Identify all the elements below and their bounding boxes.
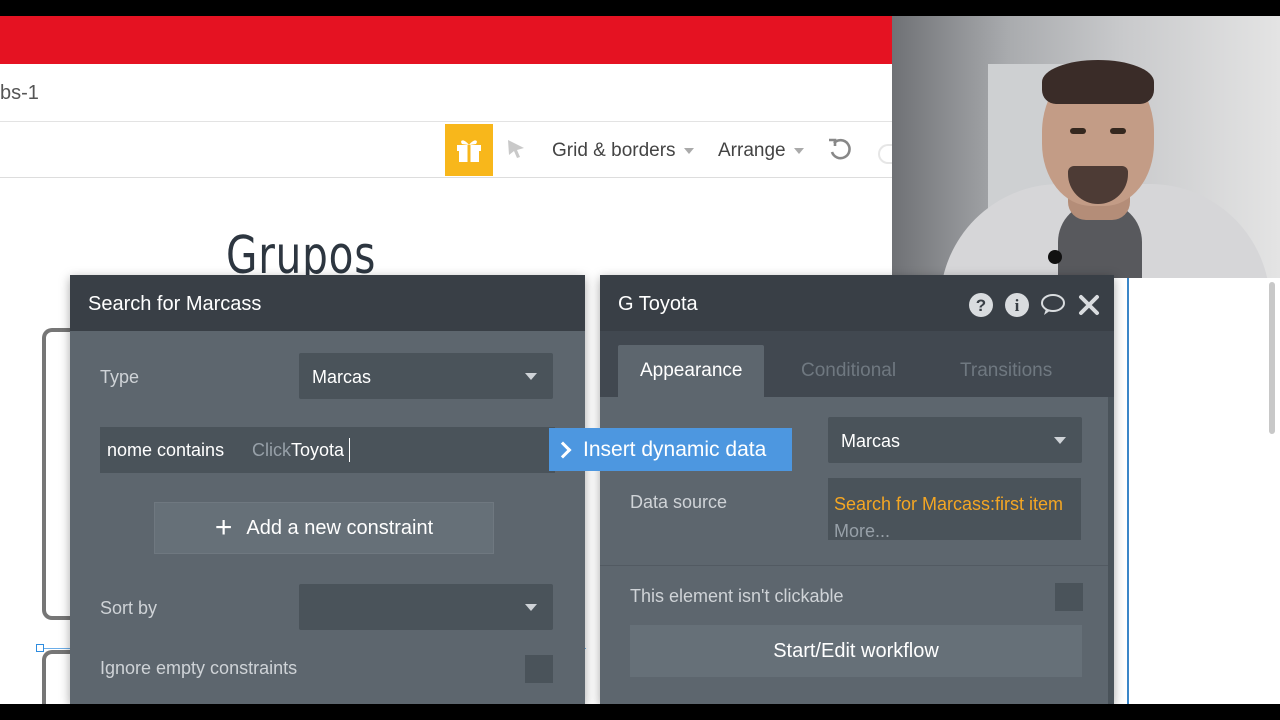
- constraint-value-input[interactable]: Toyota: [291, 440, 344, 461]
- search-panel: Search for Marcass Type Marcas nome cont…: [70, 275, 585, 704]
- letterbox-bottom: [0, 704, 1280, 720]
- grid-borders-menu[interactable]: Grid & borders: [552, 140, 694, 162]
- element-type-value: Marcas: [841, 431, 901, 451]
- svg-text:i: i: [1015, 296, 1020, 315]
- selection-handle[interactable]: [36, 644, 44, 652]
- element-panel-header[interactable]: G Toyota ? i: [600, 275, 1114, 331]
- type-dropdown[interactable]: Marcas: [299, 353, 553, 399]
- arrange-label: Arrange: [718, 140, 786, 161]
- svg-text:?: ?: [976, 296, 986, 315]
- panel-scrollbar[interactable]: [1108, 397, 1114, 704]
- info-icon[interactable]: i: [1004, 292, 1030, 318]
- clickable-label: This element isn't clickable: [630, 586, 844, 606]
- webcam-person-hair: [1042, 60, 1154, 104]
- type-label: Type: [100, 367, 140, 387]
- data-source-more-link[interactable]: More...: [834, 521, 890, 541]
- sort-by-dropdown[interactable]: [299, 584, 553, 630]
- chevron-down-icon: [683, 147, 694, 154]
- plus-icon: +: [214, 511, 233, 544]
- sort-by-label: Sort by: [100, 598, 158, 618]
- help-icon[interactable]: ?: [968, 292, 994, 318]
- webcam-person-eye: [1070, 128, 1086, 134]
- ignore-empty-label: Ignore empty constraints: [100, 658, 298, 678]
- tab-transitions[interactable]: Transitions: [960, 345, 1052, 397]
- constraint-row[interactable]: nome contains Click Toyota: [100, 427, 555, 473]
- data-source-label: Data source: [630, 492, 728, 512]
- search-panel-header[interactable]: Search for Marcass: [70, 275, 585, 331]
- element-property-panel: G Toyota ? i Appearance Conditional Tran…: [600, 275, 1114, 704]
- element-guide-line: [1127, 278, 1129, 704]
- chevron-down-icon: [525, 604, 537, 611]
- constraint-placeholder: Click: [252, 440, 291, 460]
- grid-borders-label: Grid & borders: [552, 140, 676, 161]
- insert-dynamic-data-option[interactable]: Insert dynamic data: [549, 428, 792, 471]
- close-icon[interactable]: [1076, 292, 1102, 318]
- webcam-microphone: [1048, 250, 1062, 264]
- insert-dynamic-data-label: Insert dynamic data: [583, 437, 767, 461]
- select-cursor-icon[interactable]: [506, 138, 528, 160]
- arrange-menu[interactable]: Arrange: [718, 140, 804, 162]
- add-constraint-label: Add a new constraint: [246, 516, 434, 539]
- ignore-empty-checkbox[interactable]: [525, 655, 553, 683]
- data-source-expression[interactable]: Search for Marcass:first item More...: [834, 491, 1074, 545]
- text-cursor: [349, 438, 350, 462]
- section-divider: [600, 565, 1114, 566]
- start-edit-workflow-button[interactable]: Start/Edit workflow: [630, 625, 1082, 677]
- webcam-person-eye: [1110, 128, 1126, 134]
- undo-icon[interactable]: [826, 136, 854, 164]
- chevron-down-icon: [793, 147, 804, 154]
- tab-appearance[interactable]: Appearance: [618, 345, 765, 397]
- tab-conditional[interactable]: Conditional: [801, 345, 896, 397]
- type-dropdown-value: Marcas: [312, 367, 372, 387]
- webcam-overlay: [892, 16, 1280, 278]
- element-type-dropdown[interactable]: Marcas: [828, 417, 1082, 463]
- data-source-field[interactable]: Search for Marcass:first item More...: [828, 478, 1081, 541]
- search-panel-title: Search for Marcass: [88, 293, 262, 315]
- gift-glyph: [457, 140, 481, 162]
- element-panel-title: G Toyota: [618, 293, 698, 315]
- panel-header-icons: ? i: [968, 292, 1102, 318]
- page-tab-name[interactable]: bs-1: [0, 82, 39, 105]
- letterbox-top: [0, 0, 1280, 16]
- redo-icon[interactable]: [878, 144, 892, 164]
- editor-toolbar: Grid & borders Arrange: [0, 122, 892, 178]
- gift-icon[interactable]: [445, 124, 493, 176]
- browser-top-bar: [0, 16, 892, 64]
- comment-icon[interactable]: [1040, 292, 1066, 318]
- chevron-down-icon: [1054, 437, 1066, 444]
- constraint-field[interactable]: nome contains: [107, 440, 224, 461]
- data-source-value: Search for Marcass:first item: [834, 494, 1064, 514]
- canvas-scrollbar[interactable]: [1269, 282, 1275, 434]
- add-constraint-button[interactable]: + Add a new constraint: [154, 502, 494, 554]
- panel-tabs: Appearance Conditional Transitions: [618, 345, 1096, 397]
- chevron-down-icon: [525, 373, 537, 380]
- clickable-checkbox[interactable]: [1055, 583, 1083, 611]
- page-tab-row: bs-1: [0, 64, 892, 122]
- chevron-right-icon: [554, 441, 572, 458]
